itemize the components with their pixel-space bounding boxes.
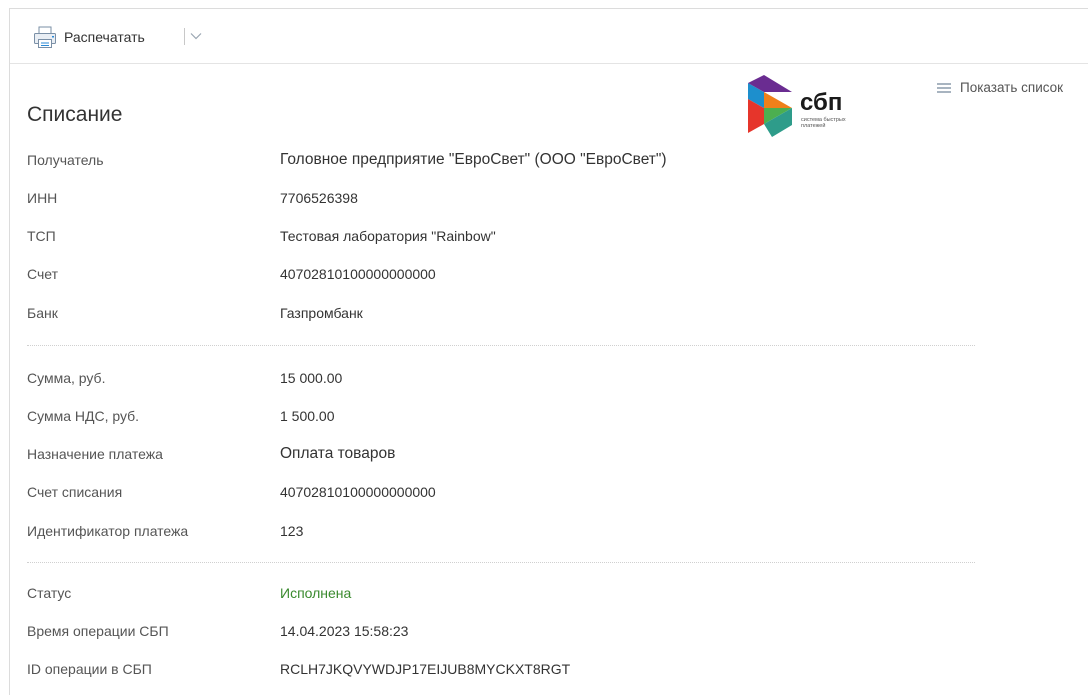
detail-row-sbp-id: ID операции в СБП RCLH7JKQVYWDJP17EIJUB8…	[27, 661, 987, 681]
field-value: RCLH7JKQVYWDJP17EIJUB8MYCKXT8RGT	[280, 661, 571, 677]
detail-row-tsp: ТСП Тестовая лаборатория "Rainbow"	[27, 228, 987, 248]
detail-row-debit-account: Счет списания 40702810100000000000	[27, 484, 987, 504]
list-icon	[937, 82, 951, 93]
field-value: Оплата товаров	[280, 445, 396, 462]
section-divider	[27, 345, 975, 346]
field-label: ID операции в СБП	[27, 661, 152, 677]
detail-row-payment-id: Идентификатор платежа 123	[27, 523, 987, 543]
field-label: Сумма, руб.	[27, 370, 106, 386]
toolbar: Распечатать	[10, 9, 1088, 64]
field-value: Головное предприятие "ЕвроСвет" (ООО "Ев…	[280, 151, 667, 168]
detail-row-recipient: Получатель Головное предприятие "ЕвроСве…	[27, 151, 987, 172]
logo-caption-line2: платежей	[801, 122, 825, 129]
chevron-down-icon[interactable]	[189, 29, 203, 43]
detail-row-bank: Банк Газпромбанк	[27, 305, 987, 325]
field-label: Время операции СБП	[27, 623, 169, 639]
field-label: Сумма НДС, руб.	[27, 408, 140, 424]
section-divider	[27, 562, 975, 563]
field-label: Идентификатор платежа	[27, 523, 189, 539]
detail-row-account: Счет 40702810100000000000	[27, 266, 987, 286]
field-value: Газпромбанк	[280, 305, 363, 321]
page-title: Списание	[27, 103, 123, 126]
detail-row-status: Статус Исполнена	[27, 585, 987, 605]
field-value: 7706526398	[280, 190, 358, 206]
printer-icon	[34, 26, 56, 48]
detail-row-vat: Сумма НДС, руб. 1 500.00	[27, 408, 987, 428]
detail-row-inn: ИНН 7706526398	[27, 190, 987, 210]
field-label: ТСП	[27, 228, 56, 244]
logo-brand-text: сбп	[800, 89, 842, 116]
field-label: Статус	[27, 585, 72, 601]
print-button-label: Распечатать	[64, 29, 145, 45]
field-label: Назначение платежа	[27, 446, 163, 462]
print-button[interactable]: Распечатать	[33, 24, 145, 50]
show-list-label: Показать список	[960, 80, 1064, 95]
sbp-logo: сбп система быстрых платежей	[748, 75, 846, 137]
status-value: Исполнена	[280, 585, 352, 601]
field-label: Получатель	[27, 152, 104, 168]
detail-row-purpose: Назначение платежа Оплата товаров	[27, 445, 987, 466]
detail-row-amount: Сумма, руб. 15 000.00	[27, 370, 987, 390]
detail-row-sbp-time: Время операции СБП 14.04.2023 15:58:23	[27, 623, 987, 643]
toolbar-separator	[184, 28, 185, 45]
field-value: 15 000.00	[280, 370, 343, 386]
field-label: ИНН	[27, 190, 58, 206]
field-label: Счет списания	[27, 484, 123, 500]
field-value: 40702810100000000000	[280, 266, 436, 282]
field-value: 14.04.2023 15:58:23	[280, 623, 409, 639]
show-list-button[interactable]: Показать список	[937, 80, 1063, 95]
field-value: 1 500.00	[280, 408, 335, 424]
field-value: Тестовая лаборатория "Rainbow"	[280, 228, 496, 244]
document-panel: Распечатать сбп система быстрых платежей…	[9, 8, 1088, 695]
field-value: 40702810100000000000	[280, 484, 436, 500]
field-label: Счет	[27, 266, 58, 282]
field-value: 123	[280, 523, 304, 539]
field-label: Банк	[27, 305, 58, 321]
